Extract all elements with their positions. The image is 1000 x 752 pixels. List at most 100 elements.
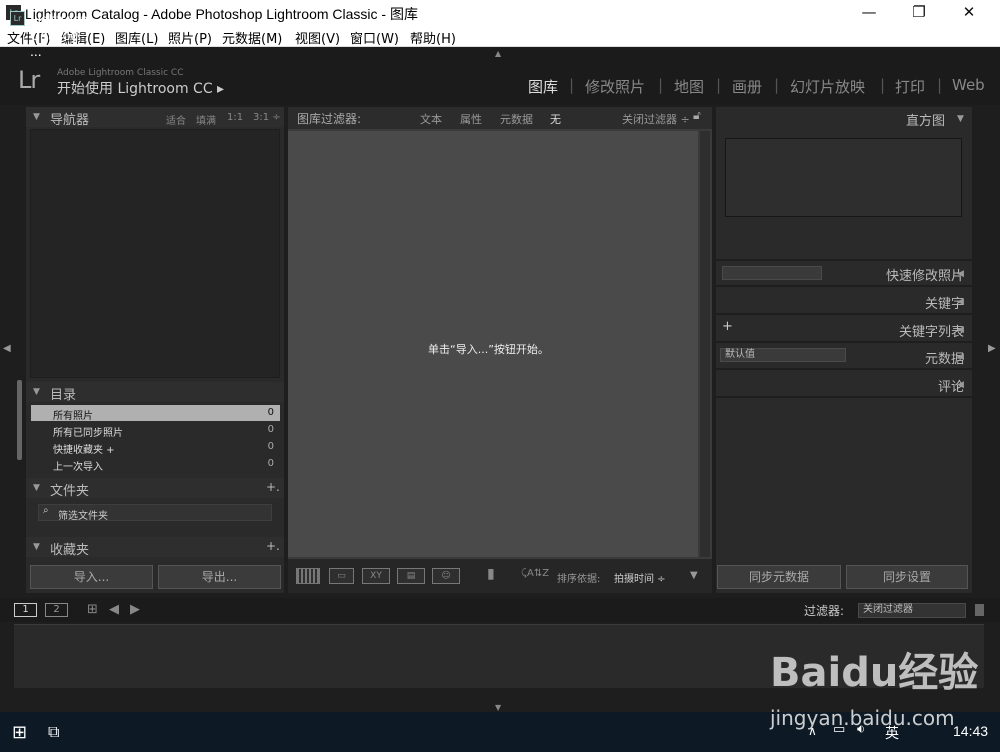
catalog-item-label: 上一次导入 <box>53 462 103 473</box>
filter-tab-text[interactable]: 文本 <box>420 111 442 127</box>
sync-settings-button[interactable]: 同步设置 <box>846 565 968 589</box>
filmstrip-bar <box>0 598 1000 622</box>
close-button[interactable]: ✕ <box>946 0 992 25</box>
histogram-title[interactable]: 直方图 <box>906 110 945 129</box>
module-book[interactable]: 画册 <box>732 76 762 97</box>
add-collection-button[interactable]: +. <box>266 539 280 553</box>
collapse-triangle-icon[interactable]: ▼ <box>33 542 40 552</box>
add-keyword-button[interactable]: + <box>722 319 733 334</box>
collapse-triangle-icon[interactable]: ▼ <box>33 112 40 122</box>
filter-tab-metadata[interactable]: 元数据 <box>500 111 533 127</box>
loupe-view-icon[interactable]: ▭ <box>329 568 354 584</box>
catalog-item-count: 0 <box>267 407 274 418</box>
survey-view-icon[interactable]: ▤ <box>397 568 425 584</box>
expand-triangle-icon[interactable]: ◀ <box>957 325 964 335</box>
expand-triangle-icon[interactable]: ◀ <box>957 297 964 307</box>
metadata-preset-select[interactable]: 默认值 <box>720 348 846 362</box>
navigator-title: 导航器 <box>50 113 90 128</box>
nav-1-1[interactable]: 1:1 <box>227 112 243 123</box>
menu-photo[interactable]: 照片(P) <box>168 28 212 47</box>
quick-develop-preset-select[interactable] <box>722 266 822 280</box>
grid-view-icon[interactable] <box>296 568 320 584</box>
menu-library[interactable]: 图库(L) <box>115 28 158 47</box>
menu-view[interactable]: 视图(V) <box>295 28 340 47</box>
collapse-triangle-icon[interactable]: ▼ <box>33 483 40 493</box>
collapse-top-icon[interactable]: ▲ <box>495 49 501 58</box>
filter-preset-select[interactable]: 关闭过滤器 ÷ <box>622 111 690 127</box>
back-arrow-icon[interactable]: ◀ <box>109 602 119 617</box>
identity-plate[interactable]: 开始使用 Lightroom CC ▸ <box>57 78 224 98</box>
sort-select[interactable]: 拍摄时间 ÷ <box>614 570 666 585</box>
sync-metadata-button[interactable]: 同步元数据 <box>717 565 841 589</box>
lightroom-logo: Lr <box>18 66 40 94</box>
clock[interactable]: 14:43 <box>953 723 988 739</box>
collapse-triangle-icon[interactable]: ▼ <box>33 387 40 397</box>
maximize-button[interactable]: ❐ <box>896 0 942 25</box>
panel-divider <box>716 396 972 398</box>
grid-icon[interactable]: ⊞ <box>87 602 98 617</box>
left-panel-scrollbar[interactable] <box>17 380 22 460</box>
module-web[interactable]: Web <box>952 76 985 94</box>
module-separator: | <box>569 76 575 94</box>
quick-develop-title[interactable]: 快速修改照片 <box>886 265 964 284</box>
module-separator: | <box>937 76 943 94</box>
sort-direction-icon[interactable]: ⤹A⇅Z <box>521 568 549 579</box>
menu-bar: 文件(F) 编辑(E) 图库(L) 照片(P) 元数据(M) 视图(V) 窗口(… <box>0 25 1000 47</box>
catalog-item-label: 所有已同步照片 <box>53 428 123 439</box>
nav-fill[interactable]: 填满 <box>196 112 216 127</box>
nav-fit[interactable]: 适合 <box>166 112 186 127</box>
filmstrip-toggle-icon[interactable] <box>975 604 984 616</box>
minimize-button[interactable]: — <box>846 0 892 25</box>
panel-divider <box>716 313 972 315</box>
expand-triangle-icon[interactable]: ◀ <box>957 380 964 390</box>
add-folder-button[interactable]: +. <box>266 480 280 494</box>
secondary-window-button[interactable]: 2 <box>45 603 68 617</box>
module-library[interactable]: 图库 <box>528 76 558 97</box>
left-panel-toggle-icon[interactable]: ◀ <box>3 343 11 354</box>
filter-tab-attribute[interactable]: 属性 <box>460 111 482 127</box>
people-view-icon[interactable]: ☺ <box>432 568 460 584</box>
module-slideshow[interactable]: 幻灯片放映 <box>790 76 865 97</box>
painter-icon[interactable]: ▮ <box>487 566 495 582</box>
forward-arrow-icon[interactable]: ▶ <box>130 602 140 617</box>
nav-ratio-select[interactable]: 3:1 ÷ <box>253 112 281 123</box>
primary-window-button[interactable]: 1 <box>14 603 37 617</box>
filter-tab-none[interactable]: 无 <box>550 111 561 127</box>
catalog-item-previous-import[interactable]: 上一次导入 0 <box>31 456 280 473</box>
folder-filter-input[interactable]: ⌕ 筛选文件夹 <box>38 504 272 522</box>
compare-view-icon[interactable]: XY <box>362 568 390 584</box>
module-develop[interactable]: 修改照片 <box>585 76 645 97</box>
catalog-item-all-photos[interactable]: 所有照片 0 <box>31 405 280 422</box>
filmstrip-filter-label: 过滤器: <box>804 604 845 618</box>
windows-start-icon[interactable]: ⊞ <box>12 722 27 743</box>
menu-help[interactable]: 帮助(H) <box>410 28 456 47</box>
catalog-item-count: 0 <box>267 424 274 435</box>
catalog-item-quick-collection[interactable]: 快捷收藏夹 + 0 <box>31 439 280 456</box>
filmstrip-filter-select[interactable]: 关闭过滤器 <box>858 603 966 618</box>
expand-triangle-icon[interactable]: ◀ <box>957 352 964 362</box>
collapse-bottom-icon[interactable]: ▼ <box>495 703 501 712</box>
grid-scrollbar[interactable] <box>700 131 710 557</box>
catalog-item-label: 快捷收藏夹 + <box>53 445 115 456</box>
module-map[interactable]: 地图 <box>674 76 704 97</box>
module-print[interactable]: 打印 <box>895 76 925 97</box>
menu-metadata[interactable]: 元数据(M) <box>222 28 282 47</box>
module-separator: | <box>774 76 780 94</box>
toolbar-menu-icon[interactable]: ▼ <box>690 570 698 581</box>
module-separator: | <box>880 76 886 94</box>
expand-triangle-icon[interactable]: ◀ <box>957 269 964 279</box>
catalog-title: 目录 <box>50 388 77 403</box>
collapse-triangle-icon[interactable]: ▼ <box>957 114 964 124</box>
filter-bar-label: 图库过滤器: <box>297 112 362 126</box>
task-view-icon[interactable]: ⧉ <box>48 722 59 742</box>
export-button[interactable]: 导出... <box>158 565 281 589</box>
right-panel-toggle-icon[interactable]: ▶ <box>988 343 996 354</box>
import-button[interactable]: 导入... <box>30 565 153 589</box>
folder-filter-placeholder: 筛选文件夹 <box>58 511 108 522</box>
catalog-item-synced[interactable]: 所有已同步照片 0 <box>31 422 280 439</box>
product-name: Adobe Lightroom Classic CC <box>57 68 184 78</box>
baidu-watermark-logo: Baidu经验 <box>770 650 979 696</box>
keyword-list-title[interactable]: 关键字列表 <box>899 321 964 340</box>
lock-icon[interactable]: 🔓︎ <box>693 108 701 123</box>
menu-window[interactable]: 窗口(W) <box>350 28 399 47</box>
